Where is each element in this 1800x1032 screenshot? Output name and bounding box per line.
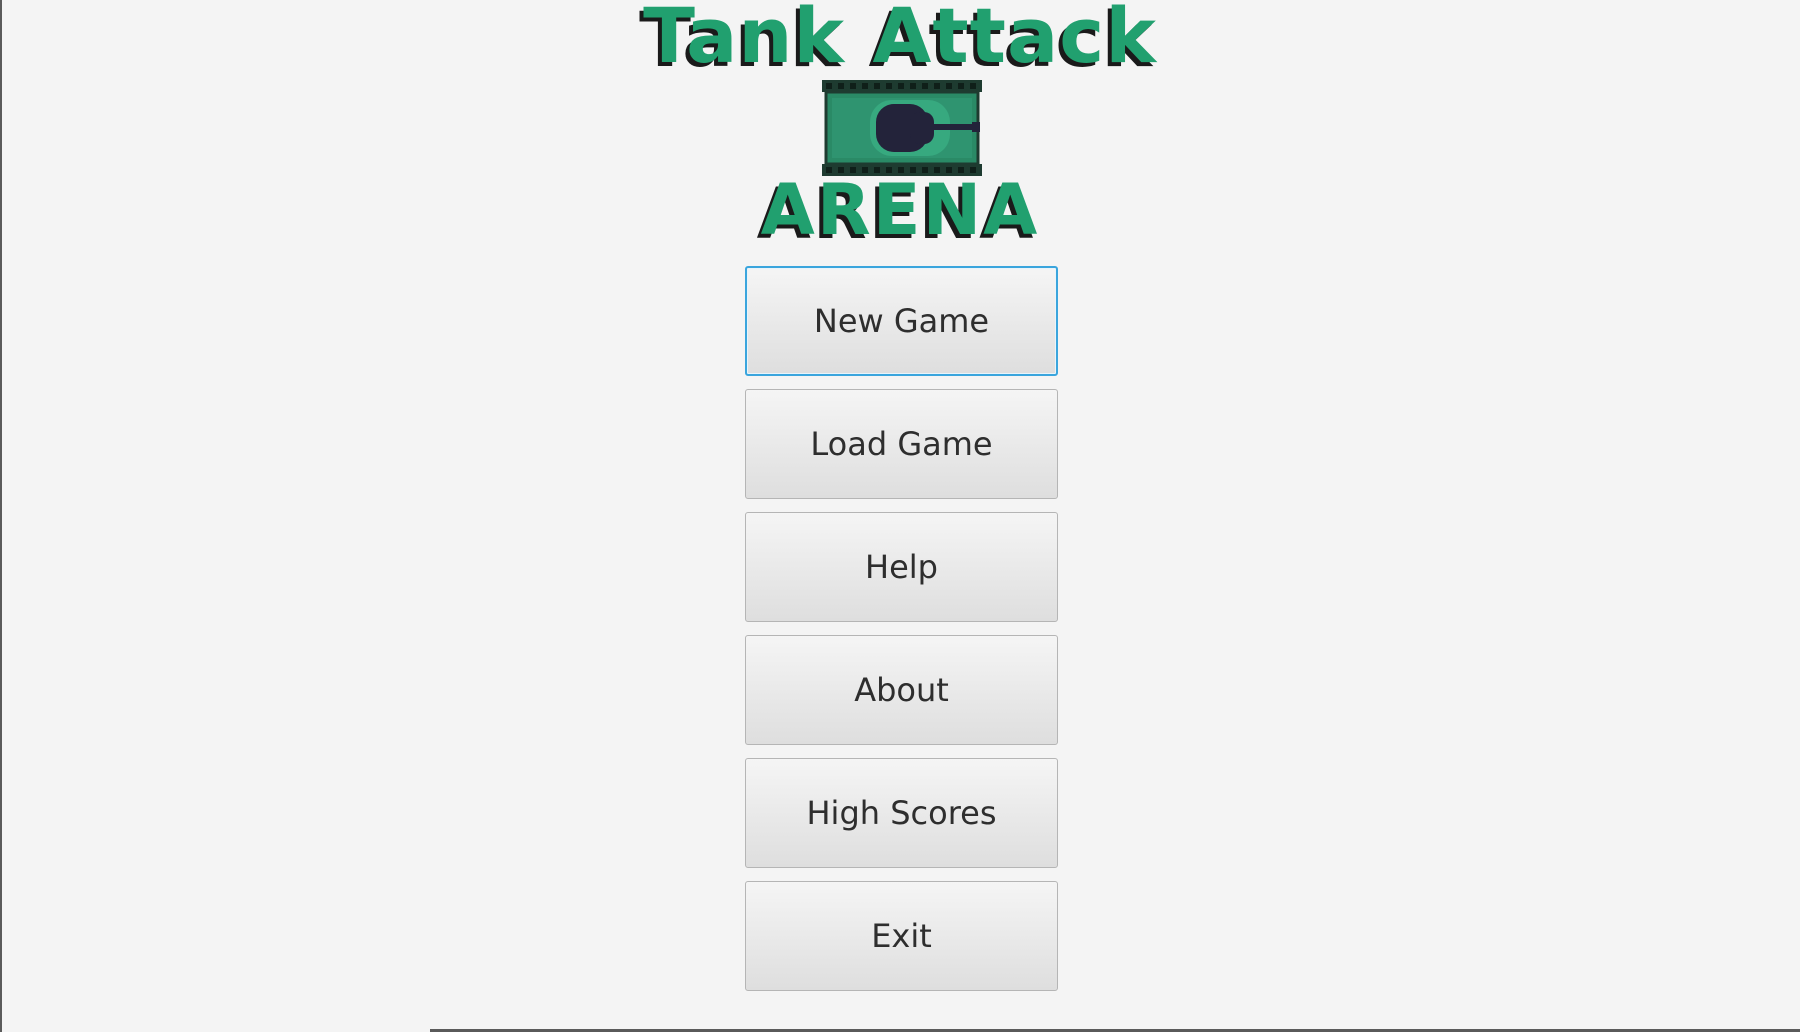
logo-subtitle: ARENA xyxy=(760,169,1040,251)
about-button[interactable]: About xyxy=(745,635,1058,745)
game-logo: Tank Attack ARENA xyxy=(640,0,1160,260)
logo-title: Tank Attack xyxy=(643,0,1157,80)
window-left-edge xyxy=(0,0,2,1032)
exit-button[interactable]: Exit xyxy=(745,881,1058,991)
tank-icon xyxy=(822,80,982,176)
load-game-button[interactable]: Load Game xyxy=(745,389,1058,499)
new-game-button[interactable]: New Game xyxy=(745,266,1058,376)
main-menu: New Game Load Game Help About High Score… xyxy=(745,266,1058,1004)
help-button[interactable]: Help xyxy=(745,512,1058,622)
high-scores-button[interactable]: High Scores xyxy=(745,758,1058,868)
